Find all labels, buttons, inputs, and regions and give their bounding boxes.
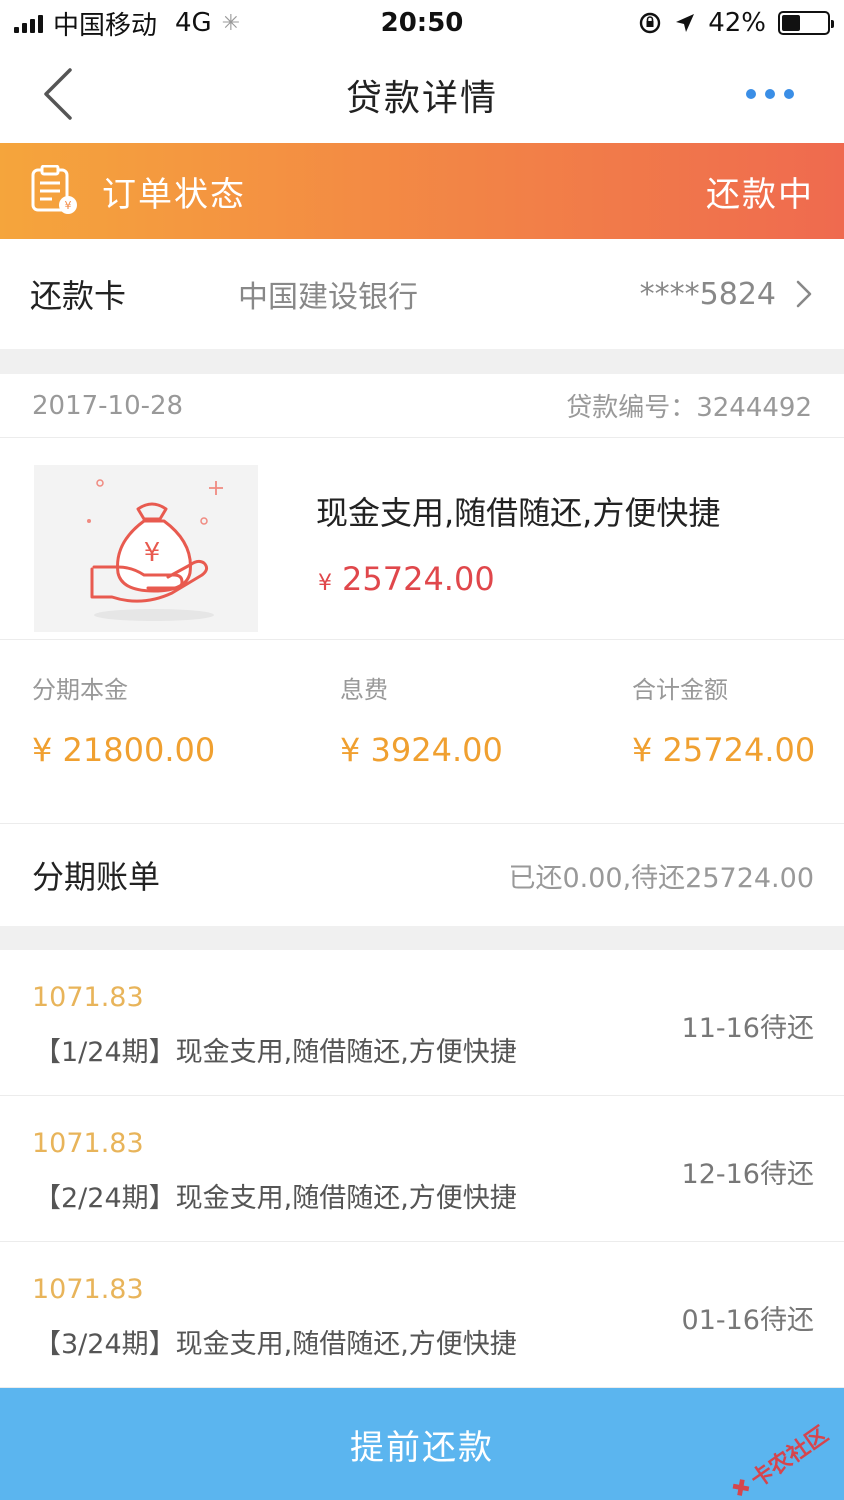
installment-item[interactable]: 1071.83 【3/24期】现金支用,随借随还,方便快捷 01-16待还 (0, 1242, 844, 1388)
installment-summary: 已还0.00,待还25724.00 (508, 862, 814, 894)
installment-amount: 1071.83 (32, 1274, 144, 1305)
signal-strength-icon (14, 13, 43, 33)
carrier-name: 中国移动 (53, 10, 158, 41)
product-total: 25724.00 (342, 560, 495, 598)
status-bar: 中国移动 4G ✳ 20:50 42% (0, 0, 844, 46)
nav-bar: 贷款详情 (0, 46, 844, 143)
principal-label: 分期本金 (32, 676, 128, 704)
page-title: 贷款详情 (345, 77, 498, 119)
network-type: 4G (175, 8, 212, 38)
total-block: 合计金额 ¥ 25724.00 (632, 670, 815, 769)
installment-description: 【2/24期】现金支用,随借随还,方便快捷 (34, 1183, 517, 1214)
fee-value: ¥ 3924.00 (340, 731, 503, 769)
principal-value: ¥ 21800.00 (32, 731, 216, 769)
order-document-icon: ¥ (31, 165, 77, 214)
amount-summary: 分期本金 ¥ 21800.00 息费 ¥ 3924.00 合计金额 ¥ 2572… (0, 640, 844, 824)
svg-text:¥: ¥ (144, 538, 161, 568)
activity-spinner-icon: ✳ (221, 10, 241, 36)
battery-icon (778, 11, 834, 35)
order-status-banner: ¥ 订单状态 还款中 (0, 143, 844, 239)
chevron-right-icon (796, 280, 812, 308)
installment-item[interactable]: 1071.83 【1/24期】现金支用,随借随还,方便快捷 11-16待还 (0, 950, 844, 1096)
installment-due: 12-16待还 (681, 1159, 814, 1190)
installment-title: 分期账单 (32, 858, 161, 896)
product-row: ¥ 现金支用,随借随还,方便快捷 ¥25724.00 (0, 438, 844, 640)
more-dots-icon (746, 89, 756, 99)
installment-item[interactable]: 1071.83 【2/24期】现金支用,随借随还,方便快捷 12-16待还 (0, 1096, 844, 1242)
orientation-lock-icon (640, 12, 661, 34)
currency-symbol: ¥ (318, 571, 332, 596)
installment-description: 【3/24期】现金支用,随借随还,方便快捷 (34, 1329, 517, 1360)
bank-name: 中国建设银行 (238, 280, 418, 315)
installment-description: 【1/24期】现金支用,随借随还,方便快捷 (34, 1037, 517, 1068)
loan-number: 贷款编号：3244492 (566, 393, 812, 423)
product-amount: ¥25724.00 (318, 560, 495, 598)
more-options-button[interactable] (746, 76, 794, 112)
product-title: 现金支用,随借随还,方便快捷 (316, 494, 721, 532)
loan-date: 2017-10-28 (32, 390, 184, 421)
loan-header: 2017-10-28 贷款编号：3244492 (0, 374, 844, 438)
installment-amount: 1071.83 (32, 982, 144, 1013)
card-number: ****5824 (639, 276, 776, 312)
order-status-value: 还款中 (706, 174, 814, 215)
principal-block: 分期本金 ¥ 21800.00 (32, 670, 215, 769)
installment-due: 11-16待还 (681, 1013, 814, 1044)
battery-percent: 42% (708, 8, 766, 38)
installment-amount: 1071.83 (32, 1128, 144, 1159)
fee-block: 息费 ¥ 3924.00 (340, 670, 503, 769)
total-value: ¥ 25724.00 (632, 731, 816, 769)
repay-card-label: 还款卡 (30, 277, 127, 315)
prepay-button[interactable]: 提前还款 (0, 1388, 844, 1500)
chevron-left-icon (44, 68, 72, 120)
product-image: ¥ (34, 465, 258, 632)
section-divider (0, 926, 844, 950)
money-bag-hand-icon: ¥ (87, 479, 223, 621)
installment-header: 分期账单 已还0.00,待还25724.00 (0, 824, 844, 926)
back-button[interactable] (30, 64, 90, 124)
order-status-label: 订单状态 (102, 174, 246, 215)
location-arrow-icon (676, 14, 695, 32)
total-label: 合计金额 (632, 676, 728, 704)
repay-card-row[interactable]: 还款卡 中国建设银行 ****5824 (0, 239, 844, 349)
svg-text:¥: ¥ (65, 199, 72, 212)
installment-due: 01-16待还 (681, 1305, 814, 1336)
fee-label: 息费 (340, 676, 388, 704)
section-divider (0, 349, 844, 374)
